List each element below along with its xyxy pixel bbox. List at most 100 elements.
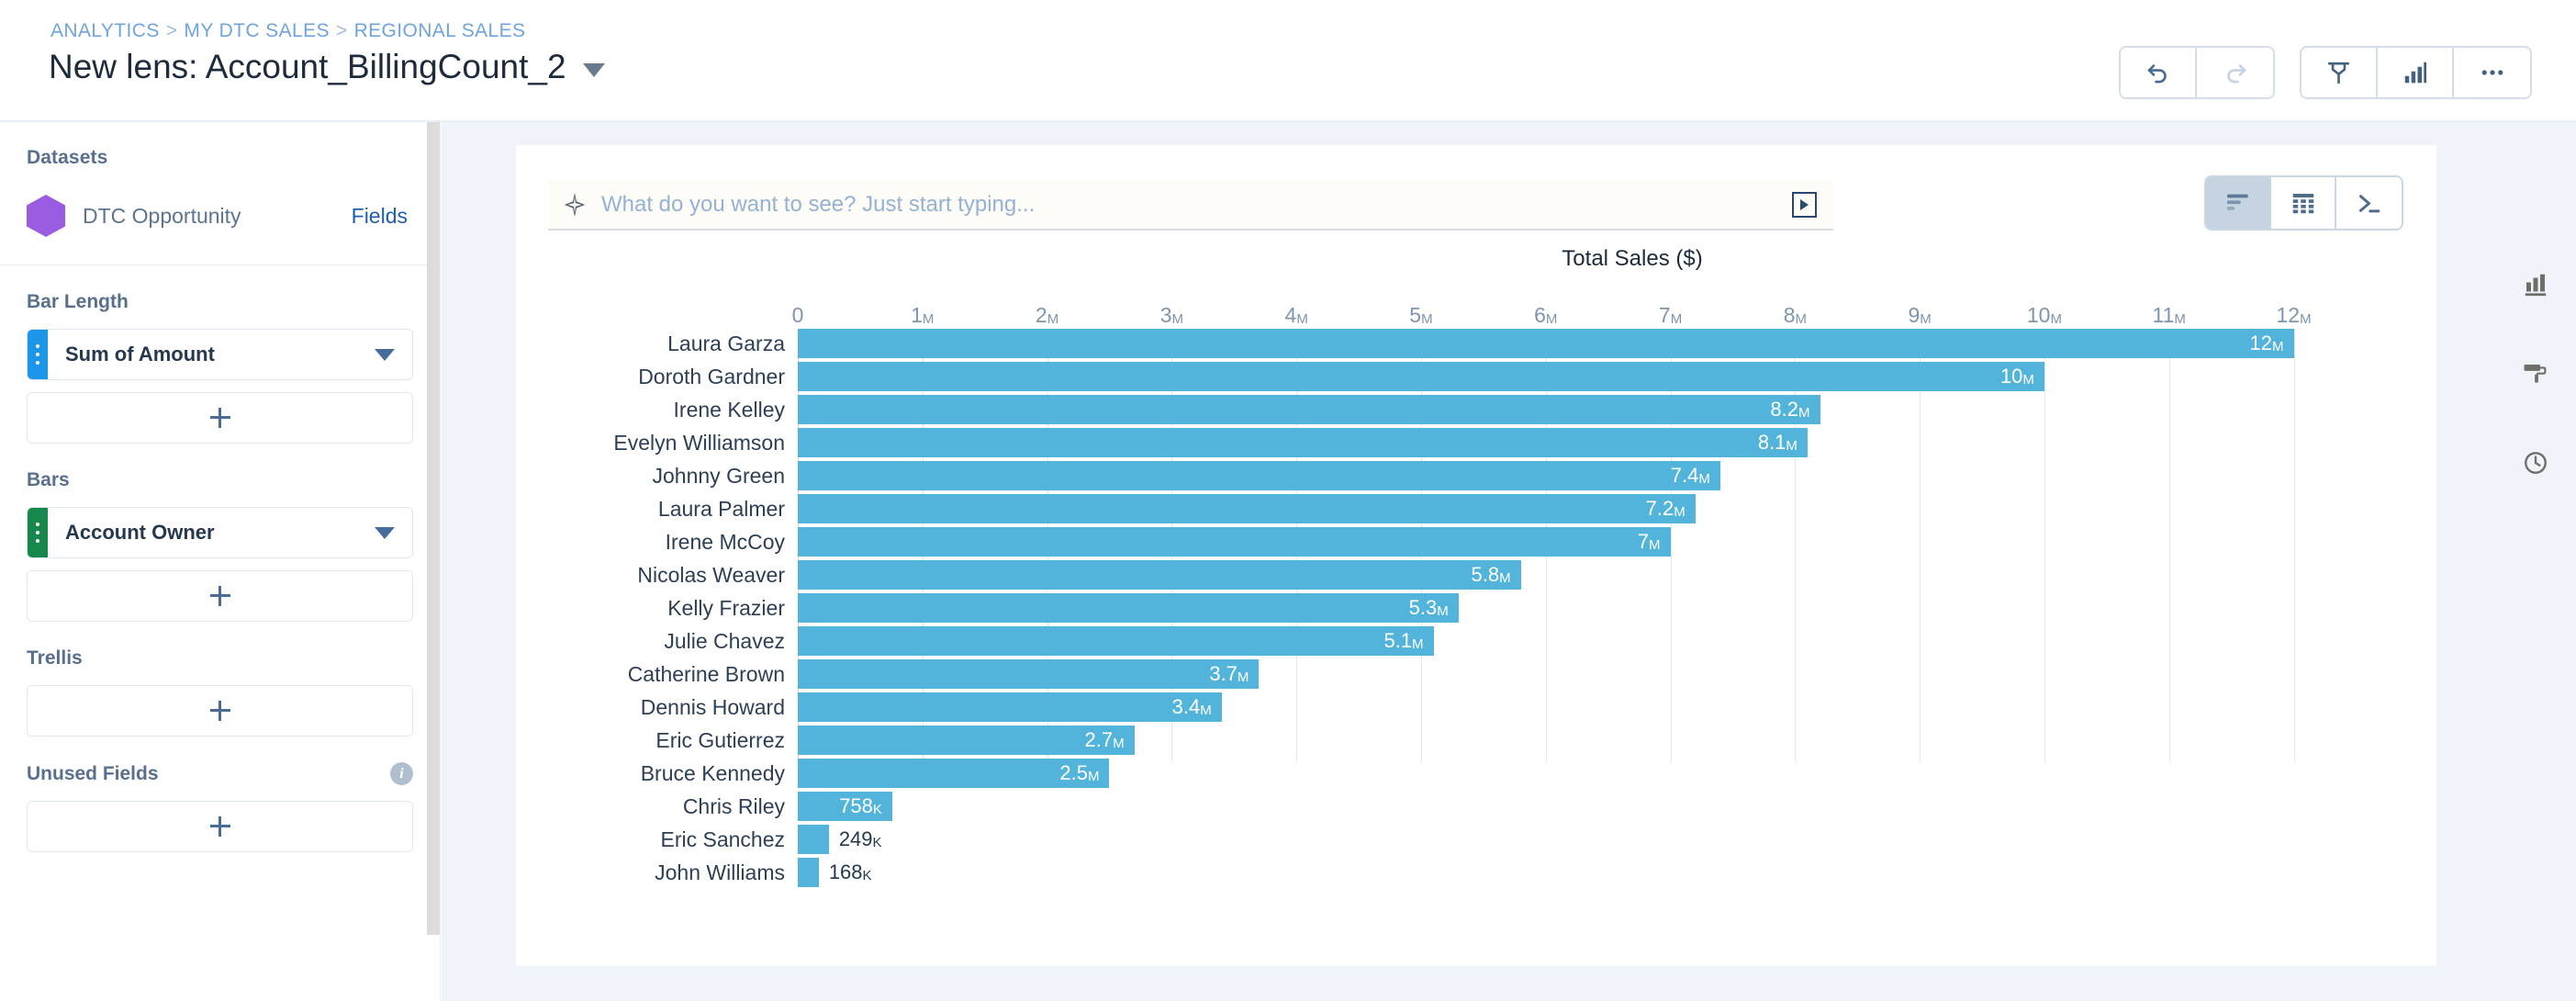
main-area: What do you want to see? Just start typi…: [442, 122, 2576, 1001]
bar-value-label: 3.7M: [1209, 662, 1249, 685]
run-query-button[interactable]: [1792, 191, 1817, 218]
breadcrumb-item-1[interactable]: MY DTC SALES: [184, 20, 329, 41]
x-tick-label: 3M: [1159, 303, 1184, 327]
search-input[interactable]: What do you want to see? Just start typi…: [601, 192, 1792, 218]
chart-button[interactable]: [2378, 48, 2454, 97]
bar-row[interactable]: Irene McCoy 7M: [666, 527, 2369, 560]
bar-rows: Laura Garza 12M Doroth Gardner 10M Irene Kel…: [613, 329, 2369, 891]
bar-value-label: 7.4M: [1670, 464, 1710, 487]
search-bar[interactable]: What do you want to see? Just start typi…: [548, 180, 1833, 231]
bar-category-label: Kelly Frazier: [667, 596, 785, 620]
undo-button[interactable]: [2121, 48, 2197, 97]
field-pill-label: Sum of Amount: [65, 343, 215, 366]
sidebar-section-label: Unused Fields: [27, 762, 159, 784]
bar[interactable]: [798, 494, 1696, 523]
fields-link[interactable]: Fields: [352, 204, 413, 229]
table-view-button[interactable]: [2271, 177, 2336, 229]
bar-row[interactable]: Laura Garza 12M: [667, 329, 2369, 362]
bar-category-label: Nicolas Weaver: [637, 563, 785, 587]
x-axis-ticks: 0 1M 2M 3M 4M 5M 6M 7M 8M 9M 10M 11M 12M: [792, 303, 2369, 327]
bar-row[interactable]: Irene Kelley 8.2M: [674, 395, 2369, 428]
sidebar-section-title: Bars: [27, 469, 413, 491]
sidebar-section-label: Bars: [27, 469, 70, 490]
bar[interactable]: [798, 329, 2294, 358]
bar-row[interactable]: Nicolas Weaver 5.8M: [637, 560, 2369, 593]
bar[interactable]: [798, 858, 819, 887]
bar[interactable]: [798, 461, 1720, 490]
lens-card: What do you want to see? Just start typi…: [516, 145, 2436, 966]
sidebar-section-3: Unused Fields i: [0, 737, 440, 852]
bar-category-label: Eric Gutierrez: [655, 728, 785, 752]
app-header: ANALYTICS > MY DTC SALES > REGIONAL SALES Ne…: [0, 0, 2576, 122]
tools-group: [2300, 46, 2532, 99]
bar-value-label: 12M: [2249, 332, 2284, 354]
info-icon[interactable]: i: [390, 762, 413, 785]
bar[interactable]: [798, 626, 1434, 656]
bar-row[interactable]: Kelly Frazier 5.3M: [667, 593, 2369, 626]
x-tick-label: 5M: [1409, 303, 1433, 327]
field-pill[interactable]: Sum of Amount: [27, 329, 413, 380]
bar[interactable]: [798, 692, 1222, 722]
bar-category-label: Irene Kelley: [673, 398, 785, 422]
bar-row[interactable]: Dennis Howard 3.4M: [641, 692, 2369, 725]
chart-type-button[interactable]: [2515, 264, 2556, 305]
breadcrumb-separator: >: [165, 20, 178, 41]
chevron-down-icon[interactable]: [375, 526, 395, 539]
more-button[interactable]: [2454, 48, 2530, 97]
x-tick-label: 1M: [911, 303, 935, 327]
title-dropdown-caret-icon[interactable]: [582, 63, 605, 77]
add-field-button[interactable]: [27, 801, 413, 852]
undo-redo-group: [2119, 46, 2275, 99]
field-pill[interactable]: Account Owner: [27, 507, 413, 558]
bar[interactable]: [798, 362, 2044, 391]
add-field-button[interactable]: [27, 392, 413, 444]
breadcrumb-item-2[interactable]: REGIONAL SALES: [354, 20, 526, 41]
query-view-button[interactable]: [2336, 177, 2402, 229]
formatting-button[interactable]: [2515, 354, 2556, 394]
bar-row[interactable]: Evelyn Williamson 8.1M: [613, 428, 2369, 461]
bar-value-label: 5.3M: [1408, 596, 1449, 619]
sidebar-section-title: Unused Fields i: [27, 762, 413, 785]
chart-view-button[interactable]: [2206, 177, 2271, 229]
drag-handle-icon[interactable]: [28, 508, 48, 557]
plus-icon: [209, 701, 230, 721]
bar[interactable]: [798, 825, 829, 854]
bar-row[interactable]: Johnny Green 7.4M: [653, 461, 2369, 494]
breadcrumb: ANALYTICS > MY DTC SALES > REGIONAL SALES: [50, 20, 525, 42]
bar[interactable]: [798, 395, 1820, 424]
history-button[interactable]: [2515, 443, 2556, 483]
bar[interactable]: [798, 560, 1521, 590]
bar[interactable]: [798, 659, 1260, 689]
bar[interactable]: [798, 593, 1459, 623]
bar-row[interactable]: Catherine Brown 3.7M: [628, 659, 2369, 692]
bar-row[interactable]: Bruce Kennedy 2.5M: [641, 759, 2369, 792]
clip-button[interactable]: [2302, 48, 2378, 97]
bar-row[interactable]: Julie Chavez 5.1M: [664, 626, 2369, 659]
sidebar-section-1: Bars Account Owner: [0, 444, 440, 622]
bar[interactable]: [798, 527, 1671, 557]
right-rail: [2492, 122, 2576, 1001]
x-tick-label: 10M: [2026, 303, 2062, 327]
bar-row[interactable]: Chris Riley 758K: [683, 792, 2369, 825]
bar-row[interactable]: Eric Sanchez 249K: [660, 825, 2369, 858]
plus-icon: [209, 408, 230, 428]
x-tick-label: 9M: [1908, 303, 1932, 327]
bar-chart-view-icon: [2226, 194, 2248, 210]
redo-button[interactable]: [2197, 48, 2273, 97]
chevron-down-icon[interactable]: [375, 348, 395, 361]
bar-row[interactable]: Eric Gutierrez 2.7M: [655, 725, 2369, 759]
chart: Total Sales ($) 0 1M 2M 3M 4M 5M 6M 7M 8M 9M 10M 11…: [516, 246, 2436, 966]
dataset-item[interactable]: DTC Opportunity Fields: [27, 195, 413, 264]
sidebar-scrollbar[interactable]: [427, 122, 440, 935]
add-field-button[interactable]: [27, 685, 413, 737]
bar-row[interactable]: John Williams 168K: [655, 858, 2369, 891]
bar[interactable]: [798, 428, 1808, 457]
bar-row[interactable]: Doroth Gardner 10M: [638, 362, 2369, 395]
add-field-button[interactable]: [27, 570, 413, 622]
chart-axis-title-wrap: Total Sales ($): [516, 246, 2436, 272]
breadcrumb-item-0[interactable]: ANALYTICS: [50, 20, 160, 41]
drag-handle-icon[interactable]: [28, 330, 48, 379]
bar-value-label: 2.5M: [1059, 761, 1100, 784]
bar-value-label: 8.1M: [1757, 431, 1798, 454]
bar-row[interactable]: Laura Palmer 7.2M: [658, 494, 2369, 527]
